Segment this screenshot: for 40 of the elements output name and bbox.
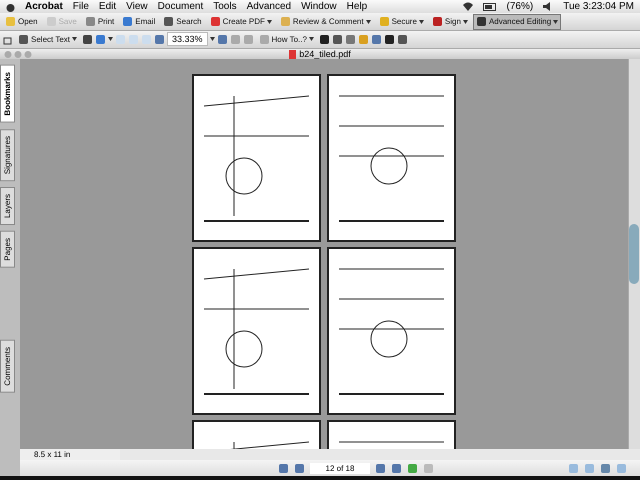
toolbar-button[interactable]: Email (119, 14, 158, 30)
menu-item[interactable]: View (126, 1, 148, 12)
menu-clock[interactable]: Tue 3:23:04 PM (563, 1, 634, 12)
page-number-field[interactable]: 12 of 18 (310, 462, 370, 474)
side-tab[interactable]: Pages (0, 231, 15, 268)
how-to-button[interactable]: How To..? (256, 31, 317, 48)
window-buttons-icon[interactable] (4, 50, 34, 59)
caret-icon (210, 37, 215, 42)
toolbar-button[interactable]: Create PDF (206, 14, 275, 30)
menu-item[interactable]: Window (301, 1, 337, 12)
battery-percentage: (76%) (506, 1, 534, 12)
toolbar-button[interactable]: Open (2, 14, 41, 30)
zoom-field[interactable]: 33.33% (166, 32, 208, 46)
caret-icon (72, 37, 77, 42)
toolbar-button[interactable]: Review & Comment (276, 14, 374, 30)
wifi-icon[interactable] (462, 2, 473, 12)
caret-icon (308, 37, 314, 42)
menu-item[interactable]: Edit (98, 1, 116, 12)
toolbar-button[interactable]: Secure (376, 14, 427, 30)
menu-item[interactable]: Advanced (246, 1, 292, 12)
side-tab[interactable]: Comments (0, 340, 15, 392)
side-tab[interactable]: Bookmarks (0, 65, 15, 123)
menu-item[interactable]: Document (158, 1, 204, 12)
select-text-button[interactable]: Select Text (15, 31, 80, 48)
pdf-file-icon (289, 50, 296, 59)
page-size-label: 8.5 x 11 in (20, 449, 120, 460)
side-tab[interactable]: Layers (0, 187, 15, 226)
toolbar-button[interactable]: Advanced Editing (472, 14, 562, 30)
menu-item[interactable]: Acrobat (25, 1, 63, 12)
toolbar-button[interactable]: Sign (428, 14, 471, 30)
menu-item[interactable]: Tools (213, 1, 237, 12)
menu-item[interactable]: Help (346, 1, 368, 12)
scrollbar-thumb[interactable] (629, 224, 639, 284)
caret-icon (108, 37, 113, 42)
toolbar-button[interactable]: Search (160, 14, 205, 30)
toolbar-button[interactable]: Print (82, 14, 118, 30)
side-tab[interactable]: Signatures (0, 128, 15, 182)
battery-icon[interactable] (482, 2, 497, 11)
window-title: b24_tiled.pdf (299, 49, 351, 60)
menu-item[interactable]: File (72, 1, 89, 12)
